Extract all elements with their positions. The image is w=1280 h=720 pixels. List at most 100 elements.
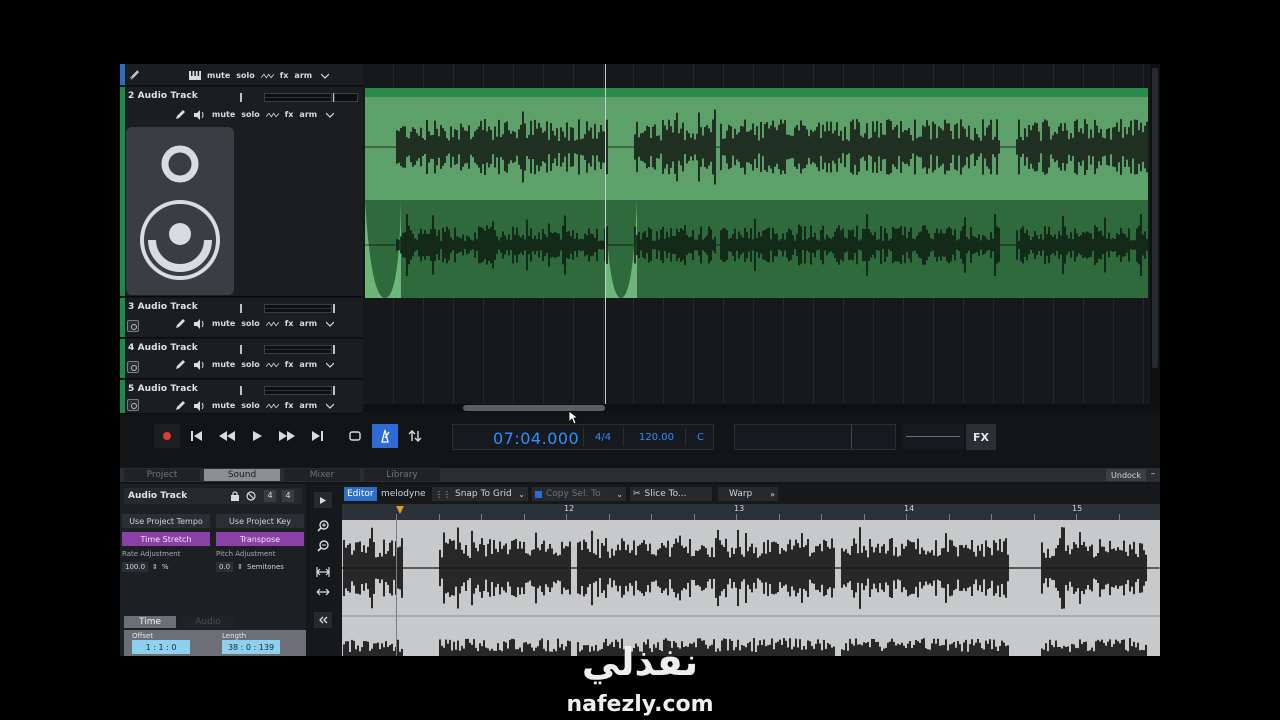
length-field[interactable]: 38 : 0 : 139 xyxy=(222,640,280,654)
chevron-down-icon[interactable] xyxy=(323,359,336,370)
speaker-icon[interactable] xyxy=(193,359,206,370)
fx-button[interactable]: fx xyxy=(285,360,294,369)
automation-icon[interactable] xyxy=(265,359,279,370)
record-button[interactable] xyxy=(154,424,180,448)
play-button[interactable] xyxy=(244,424,270,448)
transpose-button[interactable]: Transpose xyxy=(216,532,304,546)
pencil-icon[interactable] xyxy=(174,318,187,329)
solo-button[interactable]: solo xyxy=(236,71,255,80)
pitch-adjustment-field[interactable]: 0.0 ⇕ Semitones xyxy=(216,562,304,572)
slice-to-button[interactable]: ✂ Slice To... xyxy=(630,487,712,501)
master-fx-button[interactable]: FX xyxy=(966,424,996,450)
pencil-icon[interactable] xyxy=(174,400,187,411)
arm-button[interactable]: arm xyxy=(294,71,312,80)
fade-out-curve[interactable] xyxy=(605,200,637,298)
tab-sound[interactable]: Sound xyxy=(204,469,280,481)
pan-meter[interactable] xyxy=(334,93,358,102)
fade-in-curve[interactable] xyxy=(365,200,401,298)
track-header-2[interactable]: 2 Audio Track mute solo fx arm xyxy=(120,87,363,297)
tab-audio[interactable]: Audio xyxy=(182,616,234,628)
rewind-start-button[interactable] xyxy=(184,424,210,448)
tempo-display[interactable]: 120.00 xyxy=(639,432,674,443)
fit-horizontal-icon[interactable] xyxy=(314,564,332,580)
tab-mixer[interactable]: Mixer xyxy=(284,469,360,481)
copy-sel-dropdown[interactable]: Copy Sel. To ⌄ xyxy=(532,487,626,501)
loop-button[interactable] xyxy=(342,424,368,448)
rate-value[interactable]: 100.0 xyxy=(122,562,149,572)
audio-clip[interactable] xyxy=(365,88,1148,298)
solo-button[interactable]: solo xyxy=(241,360,260,369)
arm-button[interactable]: arm xyxy=(299,360,317,369)
track-header-1[interactable]: mute solo fx arm xyxy=(120,64,363,86)
arm-button[interactable]: arm xyxy=(299,110,317,119)
forward-end-button[interactable] xyxy=(304,424,330,448)
speaker-icon[interactable] xyxy=(193,318,206,329)
no-entry-icon[interactable] xyxy=(246,491,256,501)
editor-waveform-view[interactable] xyxy=(342,520,1160,656)
fx-button[interactable]: fx xyxy=(280,71,289,80)
lock-icon[interactable] xyxy=(230,491,240,501)
playhead[interactable] xyxy=(605,64,606,404)
chevron-down-icon[interactable] xyxy=(323,109,336,120)
volume-handle[interactable] xyxy=(240,386,242,395)
solo-button[interactable]: solo xyxy=(241,401,260,410)
automation-icon[interactable] xyxy=(265,318,279,329)
arrange-view[interactable] xyxy=(363,64,1150,404)
pencil-icon[interactable] xyxy=(174,109,187,120)
scrollbar-thumb[interactable] xyxy=(1152,68,1158,368)
key-display[interactable]: C xyxy=(697,432,704,443)
volume-handle[interactable] xyxy=(240,304,242,313)
mute-button[interactable]: mute xyxy=(212,110,235,119)
speaker-icon[interactable] xyxy=(193,400,206,411)
fx-button[interactable]: fx xyxy=(285,319,294,328)
fit-horizontal-icon-2[interactable] xyxy=(314,584,332,600)
warp-dropdown[interactable]: Warp » xyxy=(718,487,778,501)
undock-button[interactable]: Undock xyxy=(1106,469,1146,481)
arm-button[interactable]: arm xyxy=(299,401,317,410)
pitch-value[interactable]: 0.0 xyxy=(216,562,234,572)
mute-button[interactable]: mute xyxy=(212,360,235,369)
arm-button[interactable]: arm xyxy=(299,319,317,328)
offset-field[interactable]: 1 : 1 : 0 xyxy=(132,640,190,654)
play-preview-button[interactable] xyxy=(314,492,332,508)
rewind-button[interactable] xyxy=(214,424,240,448)
sync-button[interactable] xyxy=(402,424,428,448)
automation-icon[interactable] xyxy=(265,400,279,411)
fx-button[interactable]: fx xyxy=(285,401,294,410)
speaker-icon[interactable] xyxy=(193,109,206,120)
chevron-down-icon[interactable] xyxy=(318,70,331,81)
volume-handle[interactable] xyxy=(240,345,242,354)
mute-button[interactable]: mute xyxy=(207,71,230,80)
zoom-in-icon[interactable] xyxy=(314,518,332,534)
metronome-button[interactable] xyxy=(372,424,398,448)
time-display-box[interactable]: 07:04.000 4/4 120.00 C xyxy=(452,424,714,450)
collapse-left-icon[interactable] xyxy=(314,612,332,628)
denominator-box[interactable]: 4 xyxy=(282,490,294,502)
scrollbar-thumb[interactable] xyxy=(463,405,605,411)
timeline-ruler[interactable]: 12 13 14 15 xyxy=(342,504,1160,520)
pencil-icon[interactable] xyxy=(174,359,187,370)
rate-adjustment-field[interactable]: 100.0 ⇕ % xyxy=(122,562,210,572)
mute-button[interactable]: mute xyxy=(212,319,235,328)
tab-library[interactable]: Library xyxy=(364,469,440,481)
mute-button[interactable]: mute xyxy=(212,401,235,410)
vertical-scrollbar[interactable] xyxy=(1150,64,1160,404)
melodyne-button[interactable]: melodyne xyxy=(378,487,429,501)
use-project-key-button[interactable]: Use Project Key xyxy=(216,514,304,528)
fx-button[interactable]: fx xyxy=(285,110,294,119)
solo-button[interactable]: solo xyxy=(241,110,260,119)
horizontal-scrollbar[interactable] xyxy=(363,404,1160,412)
automation-icon[interactable] xyxy=(260,70,274,81)
chevron-down-icon[interactable] xyxy=(323,318,336,329)
stepper-icon[interactable]: ⇕ xyxy=(152,563,158,571)
minimize-icon[interactable]: – xyxy=(1148,469,1158,481)
track-header-4[interactable]: 4 Audio Track mute solo fx arm xyxy=(120,339,363,379)
volume-handle[interactable] xyxy=(240,93,242,102)
time-signature-display[interactable]: 4/4 xyxy=(595,432,611,443)
zoom-out-icon[interactable] xyxy=(314,538,332,554)
automation-icon[interactable] xyxy=(265,109,279,120)
editor-toggle[interactable]: Editor xyxy=(344,487,377,501)
fast-forward-button[interactable] xyxy=(274,424,300,448)
piano-icon[interactable] xyxy=(188,70,201,81)
tab-time[interactable]: Time xyxy=(124,616,176,628)
